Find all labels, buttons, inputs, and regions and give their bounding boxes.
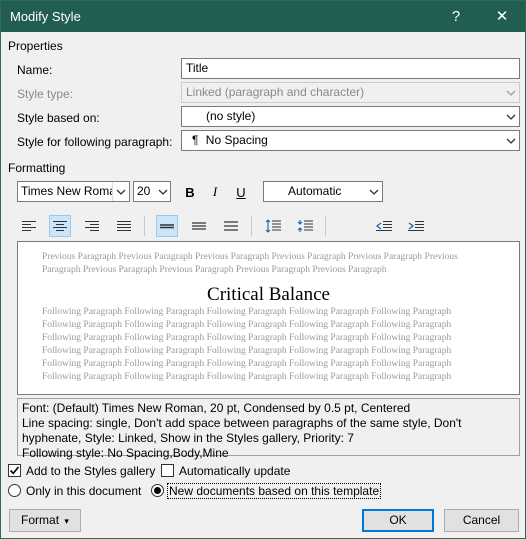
font-color-value: Automatic (288, 184, 342, 198)
font-size-dropdown[interactable]: 20 (133, 181, 171, 202)
add-to-gallery-checkbox[interactable] (8, 464, 21, 477)
title-bar: Modify Style ? ✕ (1, 1, 525, 32)
bold-button[interactable]: B (179, 181, 201, 203)
following-dropdown[interactable]: ¶ No Spacing (181, 130, 520, 151)
new-documents-label[interactable]: New documents based on this template (167, 483, 382, 499)
name-value: Title (186, 61, 209, 75)
description-line: Following style: No Spacing,Body,Mine (22, 446, 229, 460)
align-left-icon[interactable] (18, 215, 40, 237)
name-label: Name: (17, 63, 53, 77)
italic-button[interactable]: I (204, 181, 226, 203)
preview-previous-line: Previous Paragraph Previous Paragraph Pr… (42, 252, 458, 262)
style-type-value: Linked (paragraph and character) (186, 85, 365, 99)
preview-following-line: Following Paragraph Following Paragraph … (42, 320, 452, 330)
chevron-down-icon (112, 182, 129, 201)
based-on-value: (no style) (206, 109, 256, 123)
style-preview: Previous Paragraph Previous Paragraph Pr… (17, 241, 520, 395)
only-this-document-radio[interactable] (8, 484, 21, 497)
preview-following-line: Following Paragraph Following Paragraph … (42, 359, 452, 369)
single-spacing-icon[interactable] (156, 215, 178, 237)
decrease-indent-icon[interactable] (373, 215, 395, 237)
ok-button[interactable]: OK (362, 509, 434, 532)
align-right-icon[interactable] (81, 215, 103, 237)
preview-sample-text: Critical Balance (207, 284, 330, 305)
preview-following-line: Following Paragraph Following Paragraph … (42, 372, 452, 382)
dialog-title: Modify Style (10, 9, 81, 24)
cancel-button[interactable]: Cancel (444, 509, 519, 532)
following-label: Style for following paragraph: (17, 135, 173, 149)
based-on-label: Style based on: (17, 111, 100, 125)
preview-following-line: Following Paragraph Following Paragraph … (42, 307, 452, 317)
radio-selected-dot (154, 487, 161, 494)
add-to-gallery-label[interactable]: Add to the Styles gallery (26, 464, 155, 478)
toolbar-divider (325, 216, 326, 236)
justify-icon[interactable] (113, 215, 135, 237)
following-value: No Spacing (205, 133, 268, 147)
increase-paragraph-spacing-icon[interactable] (262, 215, 284, 237)
chevron-down-icon (502, 131, 519, 150)
preview-previous-line: Paragraph Previous Paragraph Previous Pa… (42, 265, 387, 275)
double-spacing-icon[interactable] (220, 215, 242, 237)
modify-style-dialog: Modify Style ? ✕ Properties Name: Title … (0, 0, 526, 539)
auto-update-label[interactable]: Automatically update (179, 464, 290, 478)
chevron-down-icon (155, 182, 170, 201)
chevron-down-icon (365, 182, 382, 201)
align-center-icon[interactable] (49, 215, 71, 237)
description-line: Line spacing: single, Don't add space be… (22, 416, 462, 430)
font-name-dropdown[interactable]: Times New Roman (17, 181, 130, 202)
toolbar-divider (144, 216, 145, 236)
formatting-heading: Formatting (8, 161, 66, 175)
auto-update-checkbox[interactable] (161, 464, 174, 477)
properties-heading: Properties (8, 39, 63, 53)
pilcrow-icon: ¶ (192, 133, 199, 147)
description-line: hyphenate, Style: Linked, Show in the St… (22, 431, 354, 445)
style-description: Font: (Default) Times New Roman, 20 pt, … (17, 398, 520, 460)
format-button-label: Format (21, 513, 60, 527)
underline-button[interactable]: U (230, 181, 252, 203)
new-documents-radio[interactable] (151, 484, 164, 497)
decrease-paragraph-spacing-icon[interactable] (294, 215, 316, 237)
preview-following-line: Following Paragraph Following Paragraph … (42, 346, 452, 356)
only-this-document-label[interactable]: Only in this document (26, 484, 141, 498)
help-button[interactable]: ? (433, 1, 479, 32)
close-button[interactable]: ✕ (479, 1, 525, 32)
name-input[interactable]: Title (181, 58, 520, 79)
one-half-spacing-icon[interactable] (188, 215, 210, 237)
increase-indent-icon[interactable] (405, 215, 427, 237)
checkmark-icon (9, 466, 20, 475)
font-size-value: 20 (137, 184, 151, 198)
toolbar-divider (251, 216, 252, 236)
font-name-value: Times New Roman (21, 184, 123, 198)
chevron-down-icon (502, 107, 519, 126)
style-type-label: Style type: (17, 87, 74, 101)
chevron-down-icon: ▾ (64, 516, 69, 526)
style-type-dropdown[interactable]: Linked (paragraph and character) (181, 82, 520, 103)
format-button[interactable]: Format ▾ (9, 509, 81, 532)
preview-following-line: Following Paragraph Following Paragraph … (42, 333, 452, 343)
chevron-down-icon (502, 83, 519, 102)
font-color-dropdown[interactable]: Automatic (263, 181, 383, 202)
based-on-dropdown[interactable]: (no style) (181, 106, 520, 127)
description-line: Font: (Default) Times New Roman, 20 pt, … (22, 401, 411, 415)
